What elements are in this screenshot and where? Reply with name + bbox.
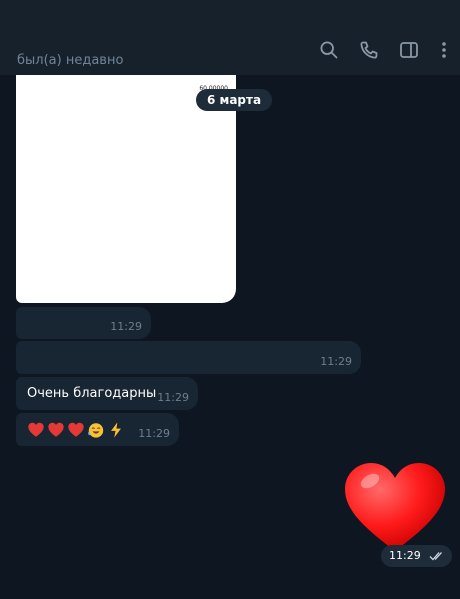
chat-header: был(а) недавно [0, 0, 460, 75]
message-time: 11:29 [320, 355, 352, 368]
message-bubble[interactable]: 11:29 [16, 341, 361, 374]
double-check-icon [429, 552, 442, 561]
big-red-heart-sticker[interactable] [342, 461, 448, 553]
lightning-icon [111, 422, 121, 438]
red-heart-icon [68, 422, 84, 437]
chat-window: был(а) недавно 6 марта 11:29 11:29 Очень… [0, 0, 460, 599]
message-time: 11:29 [138, 427, 170, 440]
message-time: 11:29 [157, 391, 189, 404]
message-text: Очень благодарны [27, 386, 157, 401]
search-icon[interactable] [319, 40, 339, 60]
message-time: 11:29 [389, 549, 421, 562]
contact-status: был(а) недавно [17, 53, 124, 68]
date-divider: 6 марта [196, 89, 273, 111]
message-bubble[interactable]: 11:29 [16, 307, 151, 339]
red-heart-icon [28, 422, 44, 437]
sticker-time-badge: 11:29 [381, 545, 452, 567]
sidebar-toggle-icon[interactable] [399, 40, 419, 60]
message-list[interactable]: 60.00000 6 марта 11:29 11:29 Очень благо… [0, 75, 460, 599]
message-time: 11:29 [110, 320, 142, 333]
message-bubble[interactable]: Очень благодарны 11:29 [16, 377, 198, 410]
more-vertical-icon[interactable] [434, 40, 454, 60]
emoji-row [27, 421, 125, 439]
emoji-message-bubble[interactable]: 11:29 [16, 413, 179, 446]
phone-icon[interactable] [359, 40, 379, 60]
red-heart-icon [48, 422, 64, 437]
laughing-face-icon [88, 423, 104, 438]
